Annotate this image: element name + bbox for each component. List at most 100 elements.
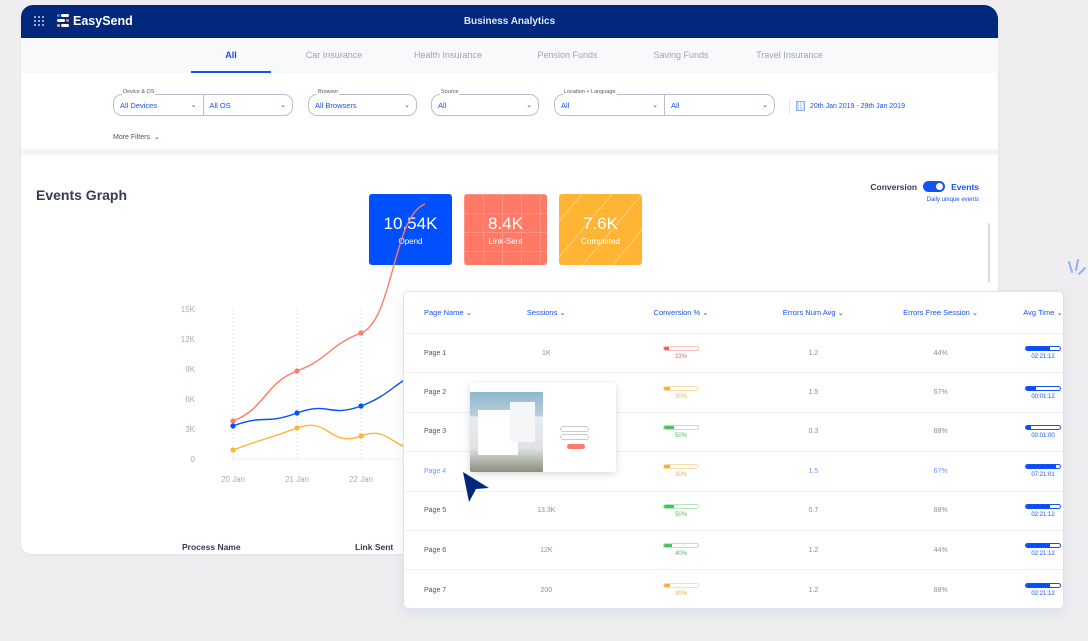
avg-time-bar (1025, 424, 1061, 430)
conversion-bar (663, 464, 700, 470)
conversion-cell: 50% (594, 424, 769, 439)
y-tick-label: 3K (185, 425, 195, 434)
series-line-opend (232, 369, 426, 427)
conversion-cell: 40% (594, 543, 769, 557)
page-name[interactable]: Page 5 (404, 507, 499, 514)
errors-avg-value: 1.5 (808, 467, 819, 475)
avg-time-cell: 02:21:12 (1023, 503, 1063, 518)
data-point (294, 410, 300, 416)
page-name[interactable]: Page 1 (404, 350, 499, 357)
avg-time-cell: 00:01:12 (1023, 385, 1063, 400)
table-row[interactable]: Page 1 1K 23% 1.2 44% 02:21:12 (404, 334, 1063, 374)
series-line-completed (232, 424, 426, 451)
data-point (230, 447, 236, 453)
avg-time-value: 02:21:12 (1031, 511, 1055, 518)
errors-avg-value: 1.5 (808, 389, 819, 397)
conversion-bar (663, 503, 700, 509)
sessions-value: 12K (540, 546, 553, 554)
page-name[interactable]: Page 7 (404, 587, 499, 594)
errors-avg-value: 1.2 (808, 546, 819, 554)
errors-avg-value: 1.2 (808, 349, 819, 357)
col-label: Sessions (526, 308, 558, 317)
errors-free-value: 44% (933, 546, 948, 554)
sparkle-decoration-icon (1068, 259, 1086, 275)
avg-time-cell: 02:21:12 (1023, 346, 1063, 360)
data-point (230, 418, 236, 424)
mouse-cursor-icon (463, 472, 489, 502)
conversion-bar (663, 583, 700, 589)
avg-time-cell: 02:21:12 (1023, 543, 1063, 557)
avg-time-value: 07:21:01 (1031, 472, 1055, 479)
y-tick-label: 6K (185, 395, 195, 404)
table-row[interactable]: Page 6 12K 40% 1.2 44% 02:21:12 (404, 531, 1063, 571)
conversion-value: 30% (675, 591, 688, 598)
table-row[interactable]: Page 7 200 30% 1.2 88% 02:21:12 (404, 570, 1063, 609)
col-label: Avg Time (1023, 308, 1055, 317)
errors-free-value: 88% (933, 428, 948, 436)
avg-time-bar (1025, 503, 1061, 509)
col-errors-free-session[interactable]: Errors Free Session ⌄ (858, 308, 1023, 317)
y-tick-label: 9K (185, 365, 195, 374)
col-label: Errors Free Session (903, 308, 970, 317)
preview-button (567, 444, 585, 449)
series-line-link-sent (232, 203, 426, 422)
conversion-bar (663, 346, 700, 352)
table-header: Page Name ⌄ Sessions ⌄ Conversion % ⌄ Er… (404, 292, 1063, 334)
col-errors-num-avg[interactable]: Errors Num Avg ⌄ (768, 308, 858, 317)
errors-free-value: 88% (933, 507, 948, 515)
conversion-value: 23% (675, 354, 688, 361)
col-conversion[interactable]: Conversion % ⌄ (594, 308, 769, 317)
table-row[interactable]: Page 5 13.3K 50% 0.7 88% 02:21:12 (404, 492, 1063, 531)
sessions-value: 200 (540, 586, 553, 594)
col-label: Errors Num Avg (782, 308, 836, 317)
conversion-cell: 30% (594, 583, 769, 597)
data-point (358, 403, 364, 409)
conversion-value: 50% (675, 432, 688, 439)
preview-input (560, 434, 589, 440)
conversion-bar (663, 543, 700, 549)
x-tick-label: 20 Jan (221, 475, 245, 484)
errors-avg-value: 1.2 (808, 586, 819, 594)
col-label: Conversion % (653, 308, 701, 317)
avg-time-value: 02:21:12 (1031, 591, 1055, 598)
avg-time-bar (1025, 385, 1061, 391)
avg-time-bar (1025, 464, 1061, 470)
avg-time-bar (1025, 543, 1061, 549)
conversion-value: 30% (675, 393, 688, 400)
conversion-value: 30% (675, 472, 688, 479)
data-point (294, 425, 300, 431)
col-avg-time[interactable]: Avg Time ⌄ (1023, 308, 1063, 317)
avg-time-cell: 00:01:00 (1023, 424, 1063, 439)
errors-avg-value: 0.7 (808, 507, 819, 515)
avg-time-bar (1025, 346, 1061, 352)
data-point (294, 368, 300, 374)
col-page-name[interactable]: Page Name ⌄ (404, 308, 499, 317)
conversion-cell: 30% (594, 385, 769, 400)
col-label: Page Name (424, 308, 464, 317)
avg-time-cell: 07:21:01 (1023, 464, 1063, 478)
page-name[interactable]: Page 6 (404, 547, 499, 554)
errors-free-value: 67% (933, 389, 948, 397)
errors-avg-value: 0.3 (808, 428, 819, 436)
y-tick-label: 15K (181, 305, 196, 314)
conversion-bar (663, 424, 700, 430)
preview-input (560, 426, 589, 432)
errors-free-value: 67% (933, 467, 948, 475)
conversion-cell: 50% (594, 503, 769, 518)
conversion-cell: 30% (594, 464, 769, 478)
errors-free-value: 88% (933, 586, 948, 594)
conversion-value: 50% (675, 511, 688, 518)
conversion-cell: 23% (594, 346, 769, 360)
page-preview-popup (470, 383, 616, 472)
avg-time-cell: 02:21:12 (1023, 583, 1063, 597)
y-tick-label: 12K (181, 335, 196, 344)
col-sessions[interactable]: Sessions ⌄ (499, 308, 594, 317)
data-point (358, 433, 364, 439)
data-point (230, 423, 236, 429)
conversion-value: 40% (675, 551, 688, 558)
errors-free-value: 44% (933, 349, 948, 357)
y-tick-label: 0 (191, 455, 196, 464)
link-sent-header: Link Sent (355, 542, 394, 552)
x-tick-label: 21 Jan (285, 475, 309, 484)
avg-time-value: 02:21:12 (1031, 354, 1055, 361)
